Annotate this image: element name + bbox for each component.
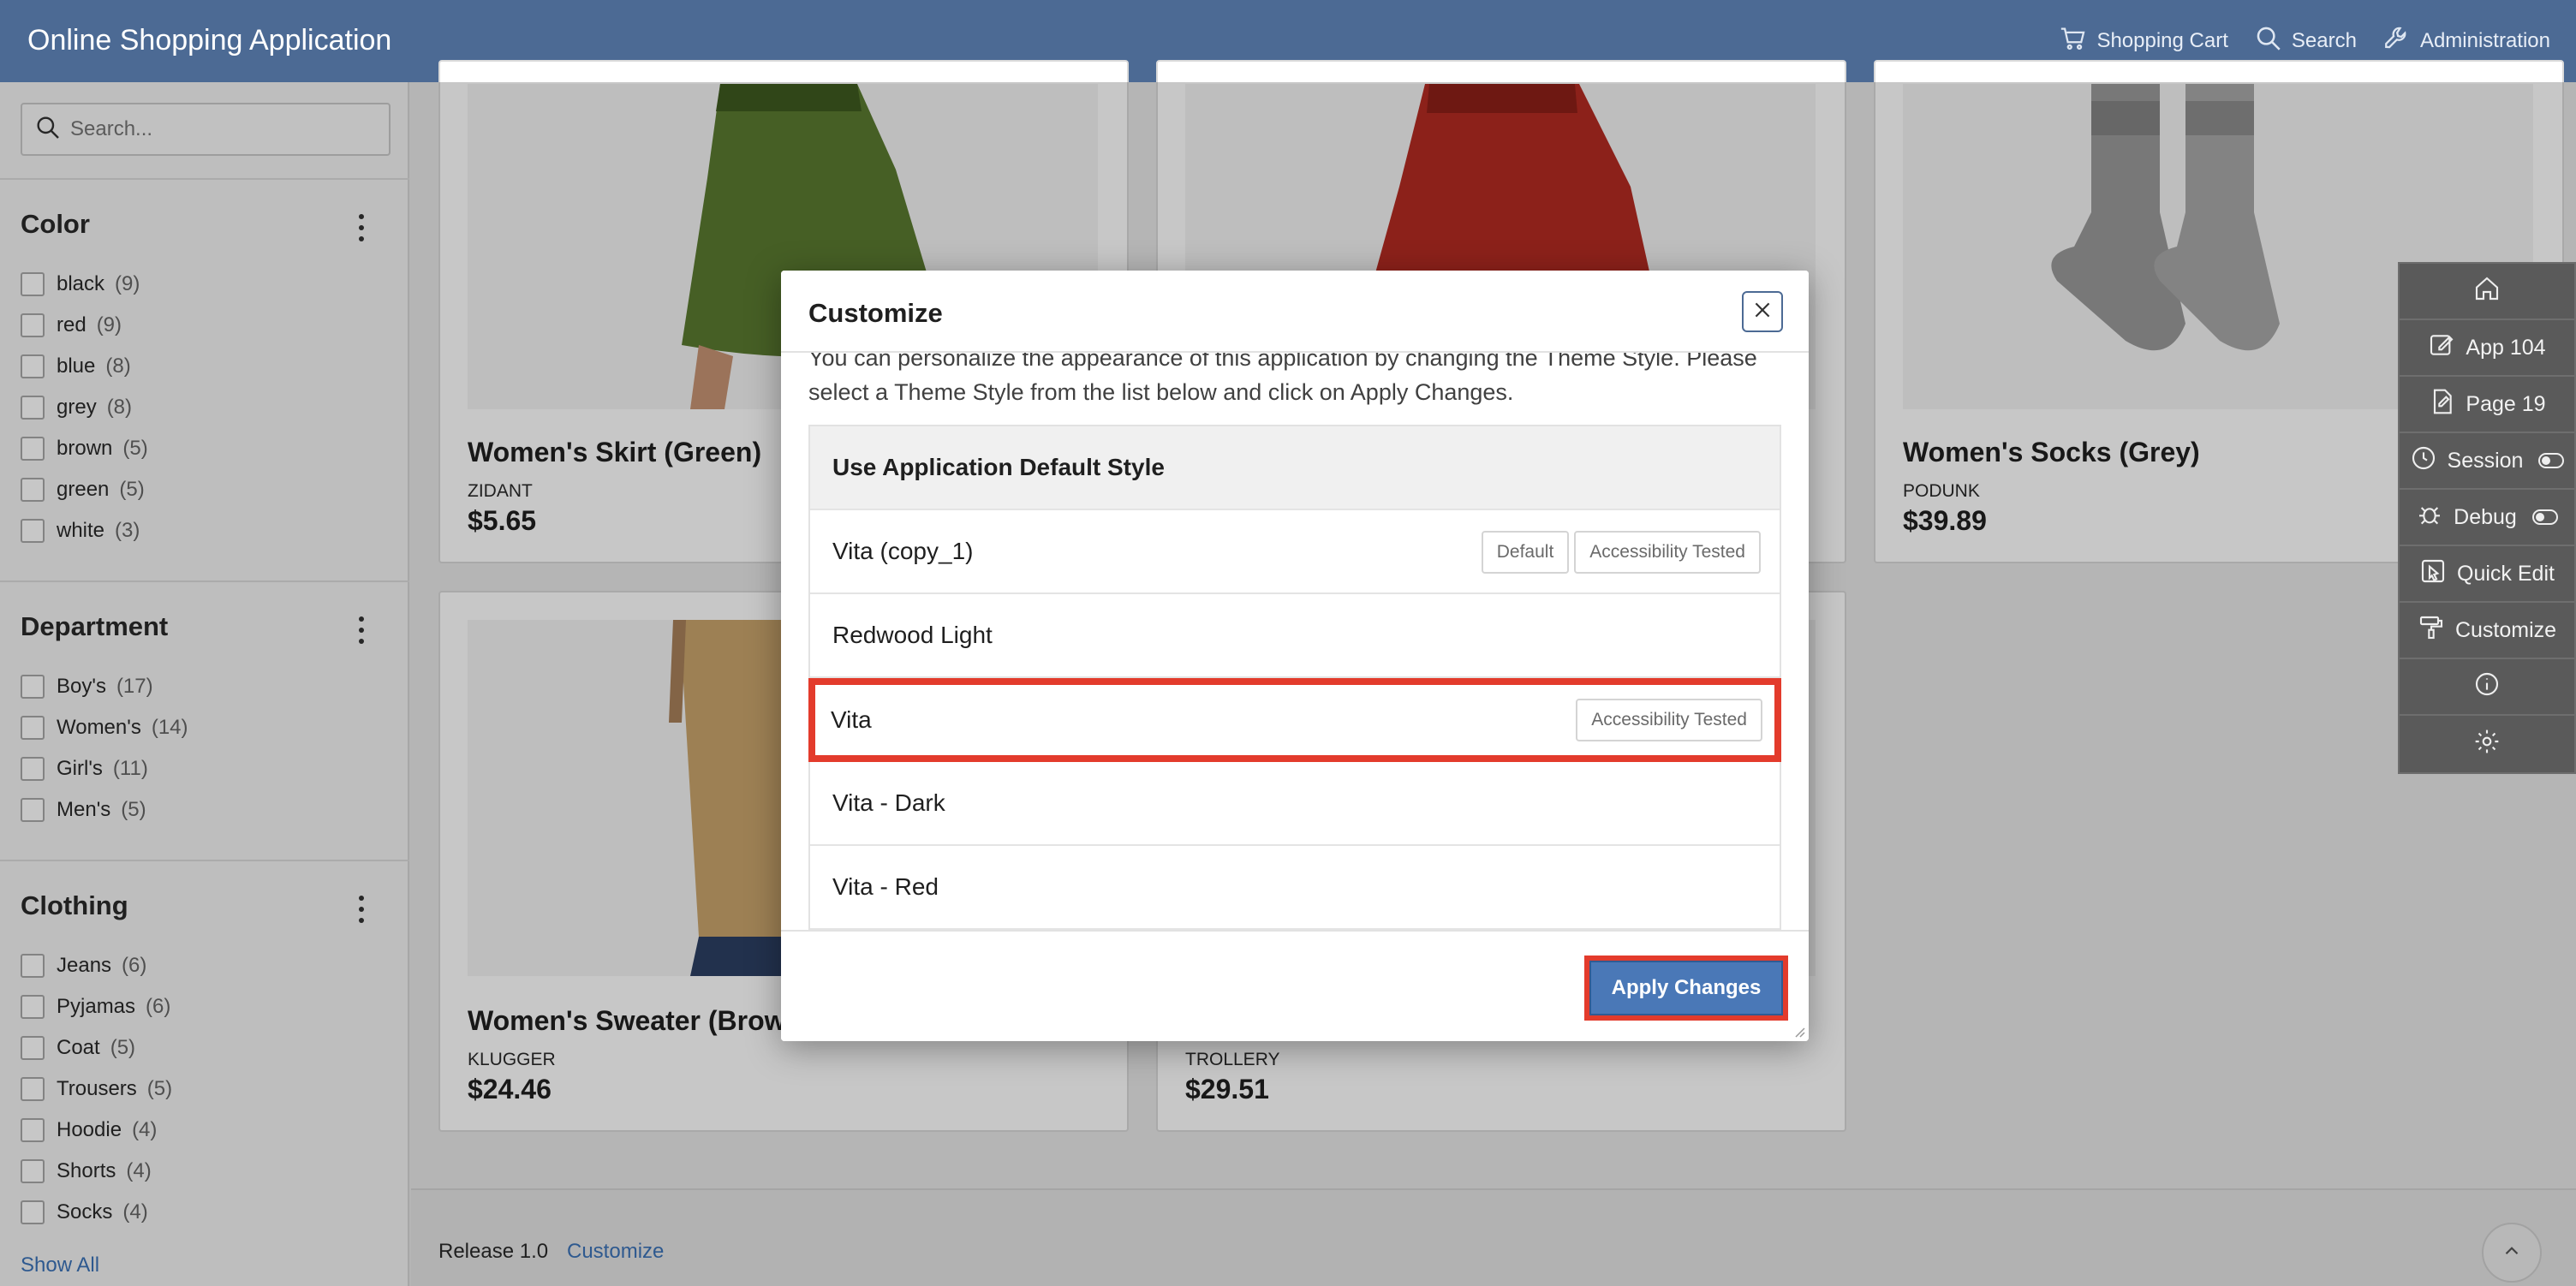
nav-search[interactable]: Search	[2254, 24, 2357, 59]
default-badge: Default	[1481, 531, 1570, 574]
dev-session-label: Session	[2447, 448, 2524, 473]
dev-debug-label: Debug	[2454, 504, 2517, 529]
theme-style-option[interactable]: Vita - Red	[810, 846, 1780, 930]
nav-shopping-cart-label: Shopping Cart	[2096, 29, 2228, 52]
dialog-body: You can personalize the appearance of th…	[781, 353, 1809, 944]
search-icon	[2254, 24, 2283, 59]
nav-shopping-cart[interactable]: Shopping Cart	[2059, 24, 2228, 59]
dev-app-label: App 104	[2466, 335, 2546, 360]
badge-group: Accessibility Tested	[1576, 699, 1762, 741]
accessibility-badge: Accessibility Tested	[1574, 531, 1761, 574]
customize-dialog: Customize You can personalize the appear…	[781, 271, 1809, 1041]
apply-changes-button[interactable]: Apply Changes	[1589, 961, 1783, 1015]
gear-icon	[2473, 728, 2501, 761]
resize-handle-icon[interactable]	[1792, 1024, 1805, 1038]
theme-style-label: Vita - Red	[832, 873, 939, 900]
dev-settings-button[interactable]	[2400, 716, 2574, 772]
dev-page-label: Page 19	[2466, 391, 2546, 416]
session-icon	[2410, 444, 2437, 478]
debug-icon	[2416, 501, 2443, 534]
cart-icon	[2059, 24, 2088, 59]
close-icon	[1751, 299, 1774, 325]
badge-group: Default Accessibility Tested	[1481, 531, 1761, 574]
nav-administration[interactable]: Administration	[2382, 24, 2550, 59]
dialog-header: Customize	[781, 271, 1809, 353]
dialog-footer: Apply Changes	[781, 930, 1809, 1041]
dev-app-button[interactable]: App 104	[2400, 320, 2574, 377]
dev-debug-button[interactable]: Debug	[2400, 490, 2574, 546]
theme-style-label: Vita	[831, 706, 872, 733]
dev-info-button[interactable]	[2400, 659, 2574, 716]
theme-style-option-selected[interactable]: Vita Accessibility Tested	[808, 678, 1781, 762]
dev-quick-edit-button[interactable]: Quick Edit	[2400, 546, 2574, 603]
wrench-icon	[2382, 24, 2412, 59]
nav-search-label: Search	[2291, 29, 2357, 52]
theme-style-option[interactable]: Use Application Default Style	[810, 426, 1780, 510]
dialog-title: Customize	[808, 298, 943, 328]
page-icon	[2428, 388, 2455, 421]
theme-style-option[interactable]: Vita - Dark	[810, 762, 1780, 846]
theme-style-label: Vita - Dark	[832, 789, 945, 816]
theme-style-option[interactable]: Redwood Light	[810, 594, 1780, 678]
dev-customize-label: Customize	[2454, 617, 2557, 642]
theme-style-option[interactable]: Vita (copy_1) Default Accessibility Test…	[810, 510, 1780, 594]
apply-highlight: Apply Changes	[1584, 956, 1788, 1021]
edit-icon	[2428, 331, 2455, 365]
theme-style-label: Use Application Default Style	[832, 454, 1165, 480]
dev-home-button[interactable]	[2400, 264, 2574, 320]
paint-roller-icon	[2418, 614, 2445, 647]
dev-session-button[interactable]: Session	[2400, 433, 2574, 490]
theme-style-list: Use Application Default Style Vita (copy…	[808, 425, 1781, 932]
dev-customize-button[interactable]: Customize	[2400, 603, 2574, 659]
dialog-close-button[interactable]	[1742, 291, 1783, 332]
dev-page-button[interactable]: Page 19	[2400, 377, 2574, 433]
home-icon	[2473, 275, 2501, 308]
dev-quick-edit-label: Quick Edit	[2457, 561, 2555, 586]
developer-toolbar: App 104 Page 19 Session Debug Quick Edit…	[2398, 262, 2576, 774]
nav-administration-label: Administration	[2419, 29, 2550, 52]
accessibility-badge: Accessibility Tested	[1576, 699, 1762, 741]
toggle-icon	[2538, 453, 2565, 468]
info-icon	[2473, 670, 2501, 704]
theme-style-label: Vita (copy_1)	[832, 538, 974, 564]
app-title[interactable]: Online Shopping Application	[27, 24, 391, 57]
dialog-description: You can personalize the appearance of th…	[808, 353, 1757, 405]
quick-edit-icon	[2419, 557, 2447, 591]
toggle-icon	[2531, 509, 2558, 525]
theme-style-label: Redwood Light	[832, 622, 993, 648]
